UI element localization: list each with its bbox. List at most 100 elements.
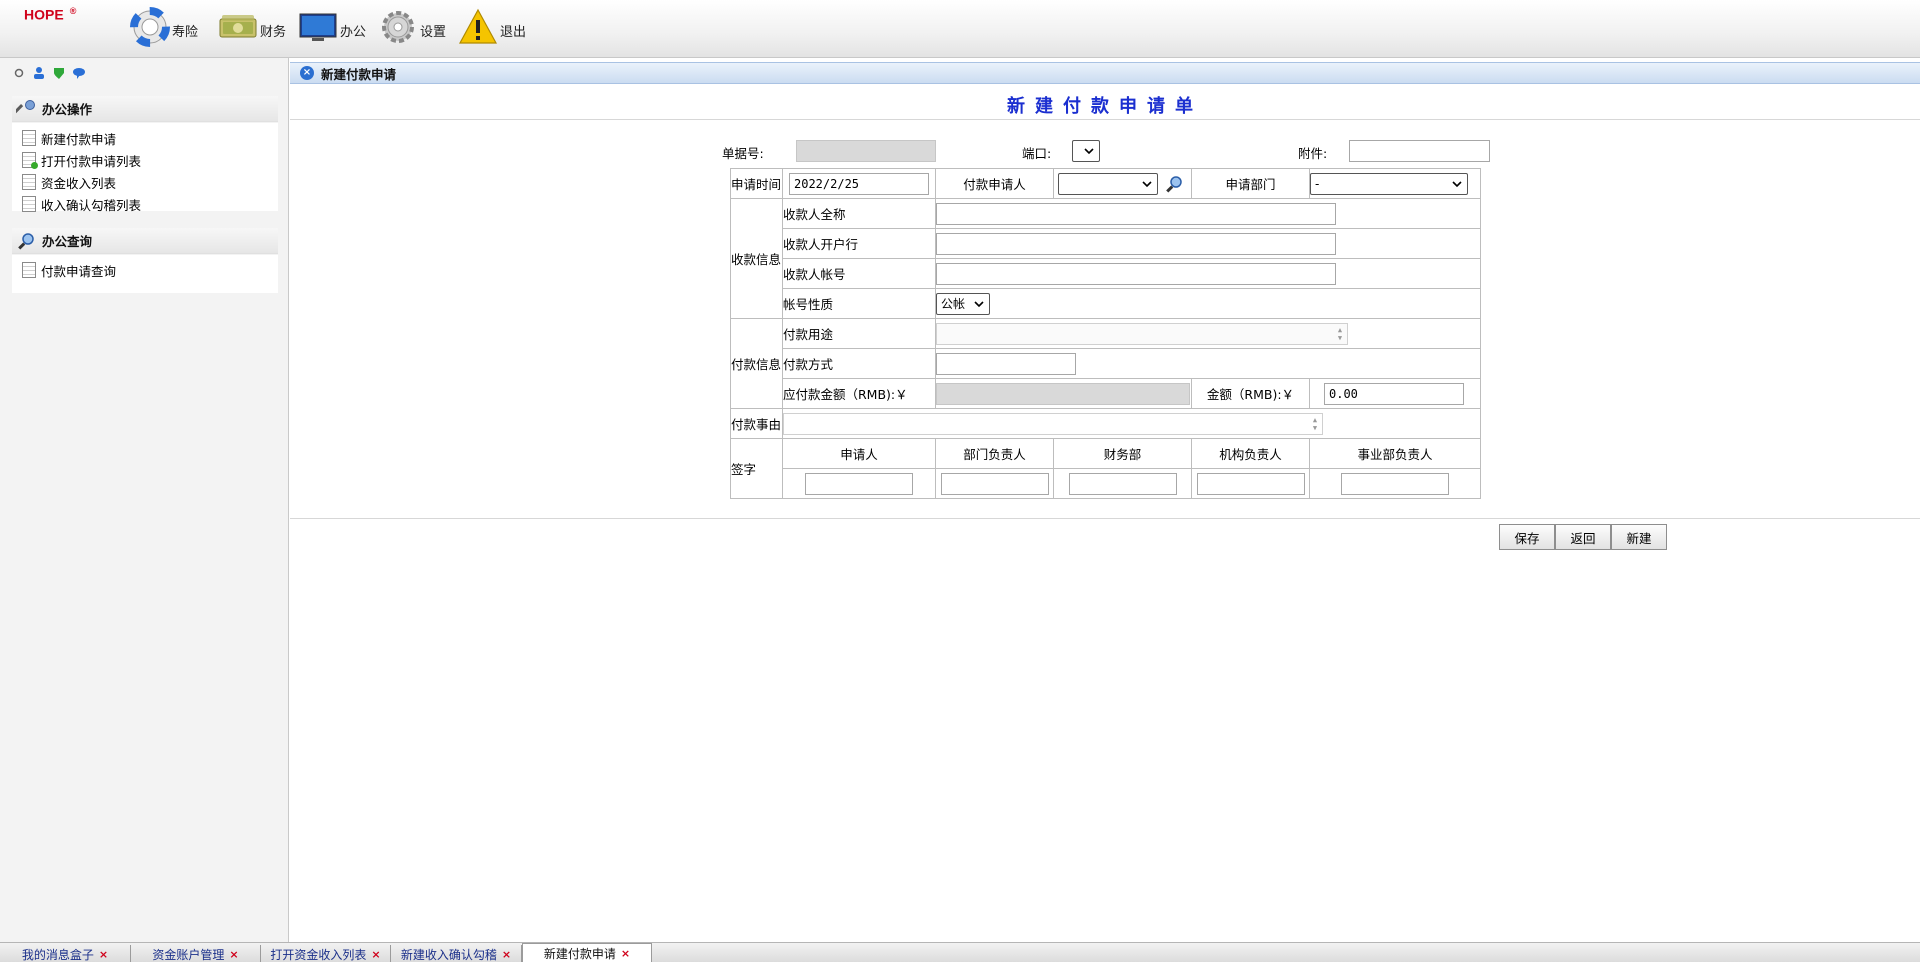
magnifier-icon: [18, 232, 34, 250]
signer-header: 申请人: [782, 438, 936, 469]
applicant-label: 付款申请人: [935, 168, 1054, 199]
close-icon[interactable]: ×: [229, 948, 238, 961]
close-icon[interactable]: ×: [371, 948, 380, 961]
document-icon: [22, 262, 36, 278]
payable-label: 应付款金额（RMB):￥: [782, 378, 936, 409]
reason-cell: ▲ ▼: [782, 408, 1481, 439]
section-office-query[interactable]: 办公查询: [12, 228, 278, 254]
payable-cell: [935, 378, 1192, 409]
table-row: 收款信息 收款人全称: [730, 198, 1481, 319]
back-button[interactable]: 返回: [1555, 524, 1611, 550]
menu-payment-request-query[interactable]: 付款申请查询: [12, 259, 278, 281]
sign-label: 签字: [730, 438, 783, 499]
close-icon[interactable]: ×: [502, 948, 511, 961]
signer-input-org-head[interactable]: [1196, 472, 1305, 495]
purpose-cell: ▲ ▼: [935, 318, 1481, 349]
menu-open-payment-request-list[interactable]: 打开付款申请列表: [12, 149, 278, 171]
payee-bank-input[interactable]: [936, 232, 1336, 255]
menu-income-confirm-list[interactable]: 收入确认勾稽列表: [12, 193, 278, 215]
section-office-query-list: 付款申请查询: [12, 255, 278, 293]
document-icon: [22, 130, 36, 146]
menu-fund-income-list[interactable]: 资金收入列表: [12, 171, 278, 193]
signer-header: 部门负责人: [935, 438, 1054, 469]
shield-icon[interactable]: [52, 66, 66, 80]
left-panel: 办公操作 新建付款申请 打开付款申请列表 资金收入列表 收入确认勾稽列表 办公查…: [0, 58, 289, 942]
form-title: 新建付款申请单: [1007, 96, 1203, 117]
main-panel: × 新建付款申请 新建付款申请单 单据号: 端口: 附件: 申请时间 2022/…: [290, 58, 1920, 942]
close-icon[interactable]: ×: [99, 948, 108, 961]
chat-icon[interactable]: [72, 66, 86, 80]
divider: [290, 518, 1920, 519]
logo: HOPE ®: [24, 6, 77, 23]
payee-name-input[interactable]: [936, 202, 1336, 225]
dept-select[interactable]: -: [1310, 172, 1468, 195]
tab-fund-account[interactable]: 资金账户管理 ×: [131, 945, 261, 962]
search-icon[interactable]: [1164, 174, 1184, 194]
nav-life-insurance[interactable]: 寿险: [130, 4, 198, 50]
apply-time-cell: 2022/2/25: [782, 168, 936, 199]
amount-cell: 0.00: [1309, 378, 1481, 409]
apply-time-label: 申请时间: [730, 168, 783, 199]
table-row: 收款人开户行: [731, 228, 1481, 259]
signer-input-applicant[interactable]: [805, 472, 913, 495]
nav-settings[interactable]: 设置: [378, 4, 446, 50]
table-row: 申请时间 2022/2/25 付款申请人 申请部门 -: [730, 168, 1481, 199]
menu-new-payment-request[interactable]: 新建付款申请: [12, 127, 278, 149]
purpose-textarea[interactable]: ▲ ▼: [936, 322, 1348, 345]
signer-input-division-head[interactable]: [1341, 472, 1449, 495]
doc-no-input[interactable]: [796, 140, 936, 162]
amount-input[interactable]: 0.00: [1324, 382, 1464, 405]
section-office-operations-list: 新建付款申请 打开付款申请列表 资金收入列表 收入确认勾稽列表: [12, 123, 278, 213]
payable-input[interactable]: [936, 382, 1190, 405]
chevron-down-icon: [1142, 181, 1152, 188]
apply-time-input[interactable]: 2022/2/25: [789, 172, 929, 195]
lifebuoy-icon: [130, 7, 170, 47]
new-button[interactable]: 新建: [1611, 524, 1667, 550]
payee-account-cell: [935, 258, 1481, 289]
signer-input-dept-head[interactable]: [940, 472, 1049, 495]
tab-new-payment-request[interactable]: 新建付款申请 ×: [522, 943, 652, 962]
table-row: 付款方式: [731, 348, 1481, 379]
tab-message-box[interactable]: 我的消息盒子 ×: [0, 945, 131, 962]
spinner-icon: ▲ ▼: [1312, 415, 1318, 432]
user-icon[interactable]: [32, 66, 46, 80]
payee-account-input[interactable]: [936, 262, 1336, 285]
method-label: 付款方式: [782, 348, 936, 379]
signer-cell: [935, 468, 1054, 499]
method-input[interactable]: [936, 352, 1076, 375]
close-icon[interactable]: ×: [300, 66, 314, 80]
table-row: 帐号性质 公帐: [731, 288, 1481, 319]
account-type-select[interactable]: 公帐: [936, 292, 990, 315]
gear-icon: [382, 11, 414, 43]
document-icon: [22, 174, 36, 190]
attachment-label: 附件:: [1298, 146, 1328, 161]
money-icon: [219, 15, 257, 38]
tab-fund-income-list[interactable]: 打开资金收入列表 ×: [261, 945, 391, 962]
applicant-select[interactable]: [1058, 173, 1158, 195]
panel-title-bar: × 新建付款申请: [290, 62, 1920, 84]
section-office-operations[interactable]: 办公操作: [12, 96, 278, 122]
reason-textarea[interactable]: ▲ ▼: [783, 412, 1323, 435]
tab-income-confirm[interactable]: 新建收入确认勾稽 ×: [391, 945, 522, 962]
refresh-icon[interactable]: [12, 66, 26, 80]
close-icon[interactable]: ×: [621, 947, 630, 960]
signer-header: 财务部: [1053, 438, 1192, 469]
nav-office[interactable]: 办公: [298, 4, 366, 50]
nav-logout[interactable]: 退出: [458, 4, 526, 50]
document-open-icon: [22, 152, 38, 169]
save-button[interactable]: 保存: [1499, 524, 1555, 550]
port-select[interactable]: [1072, 140, 1100, 162]
payee-bank-cell: [935, 228, 1481, 259]
monitor-icon: [299, 13, 337, 41]
left-toolbar: [12, 66, 86, 80]
account-type-cell: 公帐: [935, 288, 1481, 319]
payee-group-label: 收款信息: [730, 198, 783, 319]
signer-cell: [1309, 468, 1481, 499]
attachment-input[interactable]: [1349, 140, 1490, 162]
table-row: 收款人帐号: [731, 258, 1481, 289]
signer-cell: [1053, 468, 1192, 499]
nav-finance[interactable]: 财务: [218, 4, 286, 50]
warning-icon: [458, 8, 498, 44]
signer-header: 机构负责人: [1191, 438, 1310, 469]
signer-input-finance[interactable]: [1068, 472, 1177, 495]
